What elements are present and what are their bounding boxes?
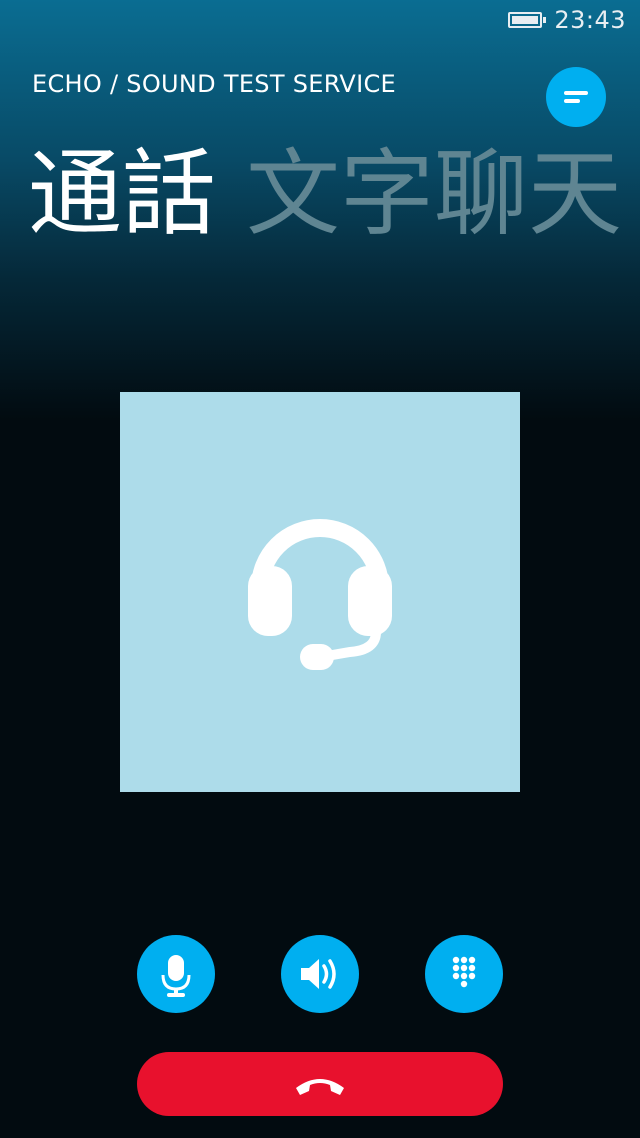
pivot-tabs: 通話 文字聊天 — [28, 140, 622, 250]
mute-button[interactable] — [137, 935, 215, 1013]
tab-call[interactable]: 通話 — [28, 140, 216, 249]
end-call-button[interactable] — [137, 1052, 503, 1116]
status-bar: 23:43 — [0, 0, 640, 44]
hang-up-icon — [296, 1079, 344, 1095]
contact-name: ECHO / SOUND TEST SERVICE — [32, 70, 396, 98]
battery-icon — [508, 12, 546, 28]
call-controls — [0, 935, 640, 1013]
dialpad-button[interactable] — [425, 935, 503, 1013]
tab-text-chat[interactable]: 文字聊天 — [246, 140, 622, 249]
menu-button[interactable] — [546, 67, 606, 127]
dialpad-icon — [452, 956, 476, 988]
contact-avatar — [120, 392, 520, 792]
speaker-icon — [301, 959, 336, 989]
headset-icon — [248, 519, 392, 670]
clock: 23:43 — [554, 6, 626, 34]
speaker-button[interactable] — [281, 935, 359, 1013]
microphone-icon — [161, 955, 191, 997]
